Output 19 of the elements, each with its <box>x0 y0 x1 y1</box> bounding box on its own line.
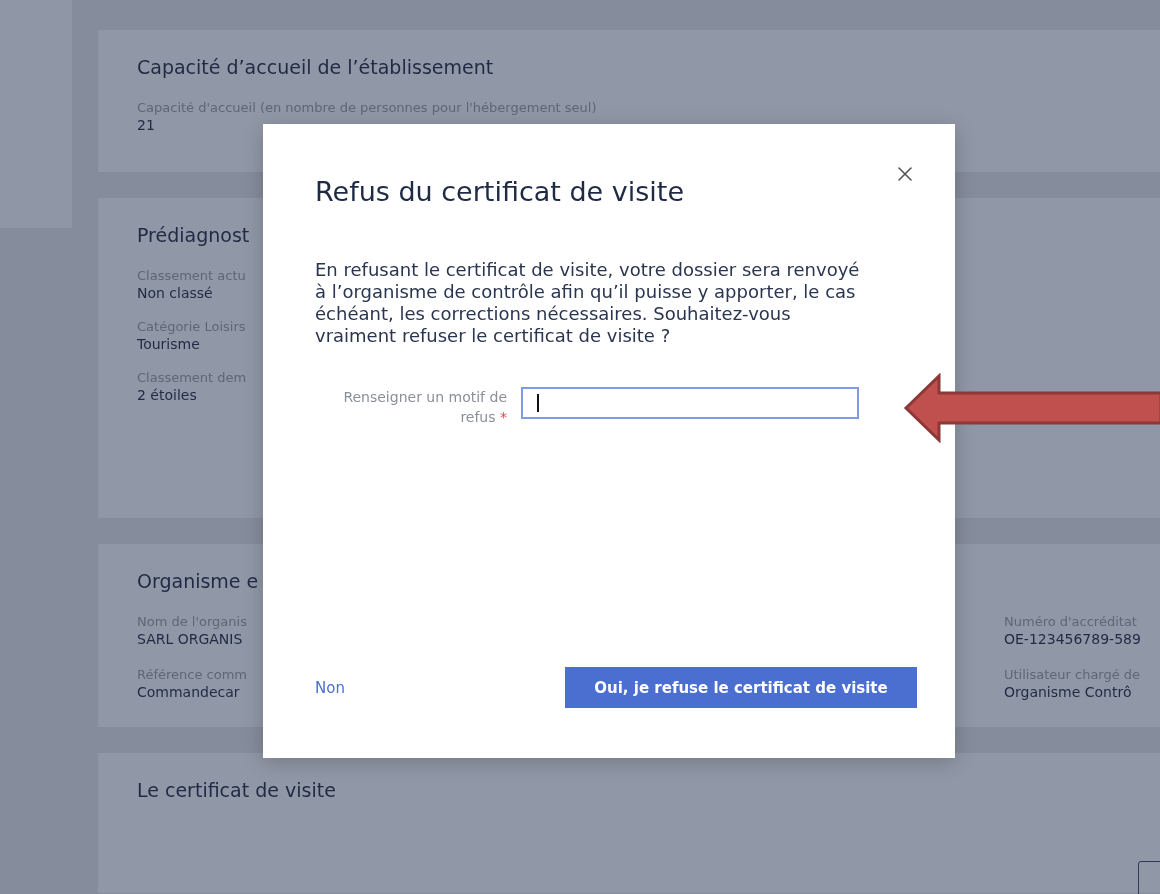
field-value: Organisme Contrô <box>1004 684 1132 700</box>
text-caret <box>537 394 539 412</box>
dialog-message: En refusant le certificat de visite, votre dossier sera renvoyé à l’organisme de contrôle afin qu’il puisse y apporter, le cas échéant, les corrections nécessaires. Souhaitez-vous vraiment refuser le certificat de visite ? <box>315 259 861 347</box>
field-value: 2 étoiles <box>137 387 197 403</box>
cancel-link[interactable]: Non <box>315 678 345 697</box>
section-title: Le certificat de visite <box>137 779 337 801</box>
field-label: Renseigner un motif de refus * <box>342 388 507 427</box>
dialog-title: Refus du certificat de visite <box>315 176 685 207</box>
field-value: OE-123456789-589 <box>1004 631 1141 647</box>
field-value: 21 <box>137 117 155 133</box>
section-title: Organisme e <box>137 570 260 592</box>
field-value: Tourisme <box>137 336 200 352</box>
field-value: Commandecar <box>137 684 240 700</box>
section-title: Prédiagnost <box>137 224 251 246</box>
section-title: Capacité d’accueil de l’établissement <box>137 56 495 78</box>
field-value: SARL ORGANIS <box>137 631 243 647</box>
field-value: Non classé <box>137 285 213 301</box>
input-field[interactable] <box>521 387 859 419</box>
confirm-button[interactable]: Oui, je refuse le certificat de visite <box>565 667 917 708</box>
